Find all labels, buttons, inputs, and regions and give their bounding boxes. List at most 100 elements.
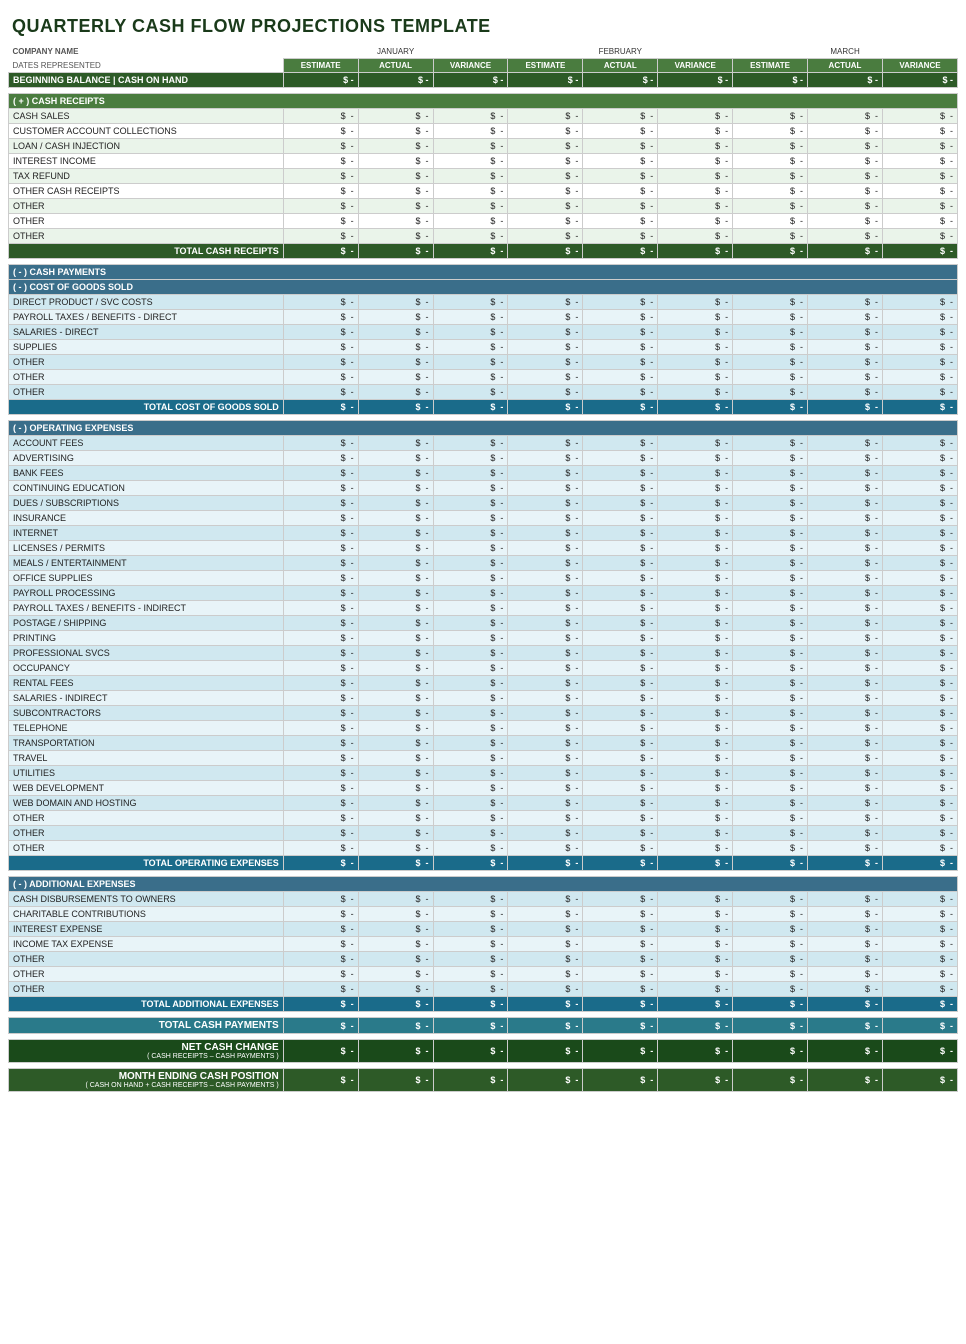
cs-mar-var[interactable]: $ - xyxy=(882,109,957,124)
utilities-row: UTILITIES $ -$ -$ - $ -$ -$ - $ -$ -$ - xyxy=(9,766,958,781)
op-other1-label: OTHER xyxy=(9,811,284,826)
cogs-other3-label: OTHER xyxy=(9,385,284,400)
add-other2-row: OTHER $ -$ -$ - $ -$ -$ - $ -$ -$ - xyxy=(9,967,958,982)
salaries-direct-row: SALARIES - DIRECT $ -$ -$ - $ -$ -$ - $ … xyxy=(9,325,958,340)
cs-jan-est[interactable]: $ - xyxy=(283,109,358,124)
customer-collections-row: CUSTOMER ACCOUNT COLLECTIONS $ -$ -$ - $… xyxy=(9,124,958,139)
rental-fees-row: RENTAL FEES $ -$ -$ - $ -$ -$ - $ -$ -$ … xyxy=(9,676,958,691)
cogs-other2-label: OTHER xyxy=(9,370,284,385)
tcr-feb-act[interactable]: $ - xyxy=(583,244,658,259)
insurance-row: INSURANCE $ -$ -$ - $ -$ -$ - $ -$ -$ - xyxy=(9,511,958,526)
transportation-label: TRANSPORTATION xyxy=(9,736,284,751)
other-3-receipts-label: OTHER xyxy=(9,229,284,244)
mar-estimate-header: ESTIMATE xyxy=(733,59,808,73)
cs-feb-est[interactable]: $ - xyxy=(508,109,583,124)
account-fees-label: ACCOUNT FEES xyxy=(9,436,284,451)
cash-payments-header-row: ( - ) CASH PAYMENTS xyxy=(9,265,958,280)
transportation-row: TRANSPORTATION $ -$ -$ - $ -$ -$ - $ -$ … xyxy=(9,736,958,751)
total-cash-payments-label: TOTAL CASH PAYMENTS xyxy=(9,1018,284,1034)
supplies-row: SUPPLIES $ -$ -$ - $ -$ -$ - $ -$ -$ - xyxy=(9,340,958,355)
bb-feb-act[interactable]: $ - xyxy=(583,73,658,88)
feb-actual-header: ACTUAL xyxy=(583,59,658,73)
page: QUARTERLY CASH FLOW PROJECTIONS TEMPLATE… xyxy=(0,0,966,1100)
bb-mar-var[interactable]: $ - xyxy=(882,73,957,88)
utilities-label: UTILITIES xyxy=(9,766,284,781)
january-header: JANUARY xyxy=(283,45,508,59)
cash-sales-label: CASH SALES xyxy=(9,109,284,124)
occupancy-row: OCCUPANCY $ -$ -$ - $ -$ -$ - $ -$ -$ - xyxy=(9,661,958,676)
payroll-processing-label: PAYROLL PROCESSING xyxy=(9,586,284,601)
bb-jan-var[interactable]: $ - xyxy=(433,73,508,88)
feb-variance-header: VARIANCE xyxy=(658,59,733,73)
tcr-jan-est[interactable]: $ - xyxy=(283,244,358,259)
professional-svcs-row: PROFESSIONAL SVCS $ -$ -$ - $ -$ -$ - $ … xyxy=(9,646,958,661)
cs-mar-est[interactable]: $ - xyxy=(733,109,808,124)
op-other3-label: OTHER xyxy=(9,841,284,856)
insurance-label: INSURANCE xyxy=(9,511,284,526)
travel-label: TRAVEL xyxy=(9,751,284,766)
bb-mar-est[interactable]: $ - xyxy=(733,73,808,88)
income-tax-label: INCOME TAX EXPENSE xyxy=(9,937,284,952)
tcr-jan-var[interactable]: $ - xyxy=(433,244,508,259)
add-other2-label: OTHER xyxy=(9,967,284,982)
bb-jan-est[interactable]: $ - xyxy=(283,73,358,88)
total-cash-payments-row: TOTAL CASH PAYMENTS $ -$ -$ - $ -$ -$ - … xyxy=(9,1018,958,1034)
interest-expense-row: INTEREST EXPENSE $ -$ -$ - $ -$ -$ - $ -… xyxy=(9,922,958,937)
cogs-other3-row: OTHER $ -$ -$ - $ -$ -$ - $ -$ -$ - xyxy=(9,385,958,400)
meals-row: MEALS / ENTERTAINMENT $ -$ -$ - $ -$ -$ … xyxy=(9,556,958,571)
tcr-feb-var[interactable]: $ - xyxy=(658,244,733,259)
bb-feb-est[interactable]: $ - xyxy=(508,73,583,88)
op-other1-row: OTHER $ -$ -$ - $ -$ -$ - $ -$ -$ - xyxy=(9,811,958,826)
other-2-receipts-label: OTHER xyxy=(9,214,284,229)
total-additional-row: TOTAL ADDITIONAL EXPENSES $ -$ -$ - $ -$… xyxy=(9,997,958,1012)
meta-row: COMPANY NAME JANUARY FEBRUARY MARCH xyxy=(9,45,958,59)
cash-payments-header-label: ( - ) CASH PAYMENTS xyxy=(9,265,958,280)
bb-jan-act[interactable]: $ - xyxy=(358,73,433,88)
interest-expense-label: INTEREST EXPENSE xyxy=(9,922,284,937)
cash-receipts-header-label: ( + ) CASH RECEIPTS xyxy=(9,94,958,109)
dues-subscriptions-label: DUES / SUBSCRIPTIONS xyxy=(9,496,284,511)
tcr-mar-act[interactable]: $ - xyxy=(808,244,883,259)
bb-mar-act[interactable]: $ - xyxy=(808,73,883,88)
subcontractors-row: SUBCONTRACTORS $ -$ -$ - $ -$ -$ - $ -$ … xyxy=(9,706,958,721)
office-supplies-label: OFFICE SUPPLIES xyxy=(9,571,284,586)
bb-feb-var[interactable]: $ - xyxy=(658,73,733,88)
cogs-header-row: ( - ) COST OF GOODS SOLD xyxy=(9,280,958,295)
total-cash-receipts-label: TOTAL CASH RECEIPTS xyxy=(9,244,284,259)
bank-fees-row: BANK FEES $ -$ -$ - $ -$ -$ - $ -$ -$ - xyxy=(9,466,958,481)
cs-mar-act[interactable]: $ - xyxy=(808,109,883,124)
continuing-ed-label: CONTINUING EDUCATION xyxy=(9,481,284,496)
other-2-receipts-row: OTHER $ -$ -$ - $ -$ -$ - $ -$ -$ - xyxy=(9,214,958,229)
advertising-row: ADVERTISING $ -$ -$ - $ -$ -$ - $ -$ -$ … xyxy=(9,451,958,466)
printing-label: PRINTING xyxy=(9,631,284,646)
account-fees-row: ACCOUNT FEES $ -$ -$ - $ -$ -$ - $ -$ -$… xyxy=(9,436,958,451)
cs-jan-act[interactable]: $ - xyxy=(358,109,433,124)
beginning-balance-label: BEGINNING BALANCE | CASH ON HAND xyxy=(9,73,284,88)
additional-header-label: ( - ) ADDITIONAL EXPENSES xyxy=(9,877,958,892)
licenses-row: LICENSES / PERMITS $ -$ -$ - $ -$ -$ - $… xyxy=(9,541,958,556)
tcr-jan-act[interactable]: $ - xyxy=(358,244,433,259)
postage-label: POSTAGE / SHIPPING xyxy=(9,616,284,631)
add-other3-row: OTHER $ -$ -$ - $ -$ -$ - $ -$ -$ - xyxy=(9,982,958,997)
add-other1-row: OTHER $ -$ -$ - $ -$ -$ - $ -$ -$ - xyxy=(9,952,958,967)
telephone-row: TELEPHONE $ -$ -$ - $ -$ -$ - $ -$ -$ - xyxy=(9,721,958,736)
feb-estimate-header: ESTIMATE xyxy=(508,59,583,73)
company-label: COMPANY NAME xyxy=(9,45,284,59)
total-additional-label: TOTAL ADDITIONAL EXPENSES xyxy=(9,997,284,1012)
cs-jan-var[interactable]: $ - xyxy=(433,109,508,124)
other-1-receipts-label: OTHER xyxy=(9,199,284,214)
interest-income-label: INTEREST INCOME xyxy=(9,154,284,169)
tcr-feb-est[interactable]: $ - xyxy=(508,244,583,259)
jan-variance-header: VARIANCE xyxy=(433,59,508,73)
direct-product-label: DIRECT PRODUCT / SVC COSTS xyxy=(9,295,284,310)
other-cash-receipts-row: OTHER CASH RECEIPTS $ -$ -$ - $ -$ -$ - … xyxy=(9,184,958,199)
continuing-ed-row: CONTINUING EDUCATION $ -$ -$ - $ -$ -$ -… xyxy=(9,481,958,496)
other-3-receipts-row: OTHER $ -$ -$ - $ -$ -$ - $ -$ -$ - xyxy=(9,229,958,244)
tax-refund-label: TAX REFUND xyxy=(9,169,284,184)
tcr-mar-est[interactable]: $ - xyxy=(733,244,808,259)
payroll-taxes-direct-label: PAYROLL TAXES / BENEFITS - DIRECT xyxy=(9,310,284,325)
tcr-mar-var[interactable]: $ - xyxy=(882,244,957,259)
cs-feb-var[interactable]: $ - xyxy=(658,109,733,124)
cash-flow-table: COMPANY NAME JANUARY FEBRUARY MARCH DATE… xyxy=(8,45,958,1092)
cs-feb-act[interactable]: $ - xyxy=(583,109,658,124)
